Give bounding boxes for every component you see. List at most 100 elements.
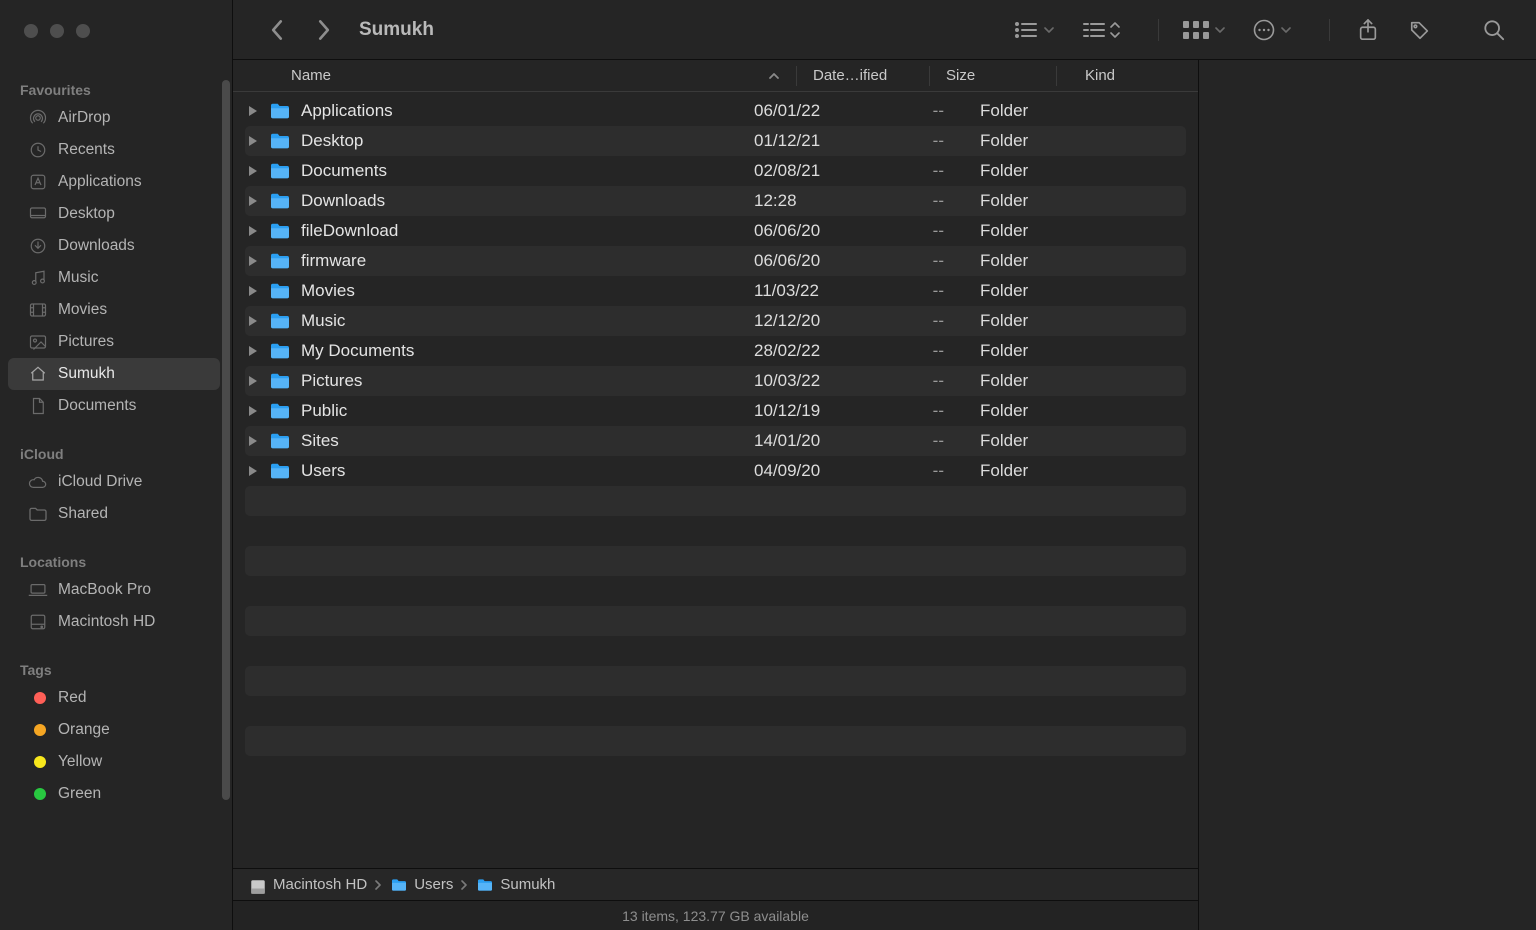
sidebar-section-header[interactable]: Tags bbox=[0, 654, 228, 682]
folder-icon bbox=[269, 432, 291, 450]
column-header-size[interactable]: Size bbox=[946, 67, 1056, 84]
column-header-date[interactable]: Date…ified bbox=[813, 67, 929, 84]
forward-button[interactable] bbox=[307, 16, 339, 44]
zoom-window-button[interactable] bbox=[76, 24, 90, 38]
sidebar-item-documents[interactable]: Documents bbox=[8, 390, 220, 422]
path-crumb[interactable]: Sumukh bbox=[476, 876, 555, 893]
search-icon bbox=[1483, 19, 1505, 41]
sidebar-section-header[interactable]: Locations bbox=[0, 546, 228, 574]
search-button[interactable] bbox=[1480, 16, 1508, 44]
sidebar-item-downloads[interactable]: Downloads bbox=[8, 230, 220, 262]
file-kind: Folder bbox=[980, 131, 1186, 151]
sidebar-item-label: AirDrop bbox=[58, 109, 111, 127]
sidebar-item-label: Shared bbox=[58, 505, 108, 523]
toolbar-separator bbox=[1329, 19, 1330, 41]
sidebar-section-header[interactable]: iCloud bbox=[0, 438, 228, 466]
home-icon bbox=[28, 364, 48, 384]
file-date: 02/08/21 bbox=[754, 161, 870, 181]
disclosure-triangle-icon[interactable] bbox=[249, 256, 267, 266]
file-row[interactable]: Downloads12:28--Folder bbox=[245, 186, 1186, 216]
disclosure-triangle-icon[interactable] bbox=[249, 166, 267, 176]
file-row[interactable]: Movies11/03/22--Folder bbox=[245, 276, 1186, 306]
close-window-button[interactable] bbox=[24, 24, 38, 38]
disclosure-triangle-icon[interactable] bbox=[249, 376, 267, 386]
disclosure-triangle-icon[interactable] bbox=[249, 346, 267, 356]
sidebar-item-airdrop[interactable]: AirDrop bbox=[8, 102, 220, 134]
path-crumb[interactable]: Macintosh HD bbox=[249, 876, 367, 893]
sidebar-item-label: Yellow bbox=[58, 753, 102, 771]
columns-header: Name Date…ified Size Kin bbox=[233, 60, 1198, 92]
disclosure-triangle-icon[interactable] bbox=[249, 286, 267, 296]
sidebar-item-orange[interactable]: Orange bbox=[8, 714, 220, 746]
toolbar-separator bbox=[1158, 19, 1159, 41]
action-menu-button[interactable] bbox=[1253, 19, 1291, 41]
file-row[interactable]: My Documents28/02/22--Folder bbox=[245, 336, 1186, 366]
back-button[interactable] bbox=[261, 16, 293, 44]
disclosure-triangle-icon[interactable] bbox=[249, 226, 267, 236]
share-button[interactable] bbox=[1354, 16, 1382, 44]
file-name: Pictures bbox=[301, 371, 362, 391]
disclosure-triangle-icon[interactable] bbox=[249, 196, 267, 206]
path-crumb-label: Macintosh HD bbox=[273, 876, 367, 893]
sidebar-scrollbar[interactable] bbox=[222, 80, 230, 800]
sidebar-section-header[interactable]: Favourites bbox=[0, 74, 228, 102]
downloads-icon bbox=[28, 236, 48, 256]
disclosure-triangle-icon[interactable] bbox=[249, 466, 267, 476]
file-row[interactable]: Pictures10/03/22--Folder bbox=[245, 366, 1186, 396]
tags-button[interactable] bbox=[1406, 16, 1434, 44]
disclosure-triangle-icon[interactable] bbox=[249, 136, 267, 146]
file-kind: Folder bbox=[980, 101, 1186, 121]
applications-icon bbox=[28, 172, 48, 192]
file-row[interactable]: firmware06/06/20--Folder bbox=[245, 246, 1186, 276]
sidebar-item-desktop[interactable]: Desktop bbox=[8, 198, 220, 230]
sidebar-item-sumukh[interactable]: Sumukh bbox=[8, 358, 220, 390]
empty-row bbox=[245, 756, 1186, 786]
column-header-name[interactable]: Name bbox=[291, 67, 796, 84]
file-kind: Folder bbox=[980, 341, 1186, 361]
view-list-button[interactable] bbox=[1014, 21, 1054, 39]
file-row[interactable]: Applications06/01/22--Folder bbox=[245, 96, 1186, 126]
file-row[interactable]: fileDownload06/06/20--Folder bbox=[245, 216, 1186, 246]
column-separator bbox=[929, 66, 930, 86]
disclosure-triangle-icon[interactable] bbox=[249, 106, 267, 116]
empty-row bbox=[245, 576, 1186, 606]
sidebar-item-applications[interactable]: Applications bbox=[8, 166, 220, 198]
pathbar: Macintosh HD Users Sumukh bbox=[233, 868, 1198, 900]
file-row[interactable]: Sites14/01/20--Folder bbox=[245, 426, 1186, 456]
file-size: -- bbox=[870, 131, 980, 151]
file-name: Desktop bbox=[301, 131, 363, 151]
file-date: 14/01/20 bbox=[754, 431, 870, 451]
disclosure-triangle-icon[interactable] bbox=[249, 316, 267, 326]
sidebar-item-red[interactable]: Red bbox=[8, 682, 220, 714]
path-crumb[interactable]: Users bbox=[390, 876, 453, 893]
sidebar-item-pictures[interactable]: Pictures bbox=[8, 326, 220, 358]
file-row[interactable]: Desktop01/12/21--Folder bbox=[245, 126, 1186, 156]
file-row[interactable]: Music12/12/20--Folder bbox=[245, 306, 1186, 336]
sidebar-item-macbook-pro[interactable]: MacBook Pro bbox=[8, 574, 220, 606]
window-controls bbox=[24, 24, 90, 38]
sidebar-item-yellow[interactable]: Yellow bbox=[8, 746, 220, 778]
sidebar-item-macintosh-hd[interactable]: Macintosh HD bbox=[8, 606, 220, 638]
disclosure-triangle-icon[interactable] bbox=[249, 406, 267, 416]
sidebar-item-label: Documents bbox=[58, 397, 136, 415]
sidebar-item-shared[interactable]: Shared bbox=[8, 498, 220, 530]
sidebar-item-icloud-drive[interactable]: iCloud Drive bbox=[8, 466, 220, 498]
file-size: -- bbox=[870, 101, 980, 121]
sidebar-item-music[interactable]: Music bbox=[8, 262, 220, 294]
file-kind: Folder bbox=[980, 371, 1186, 391]
file-name: Documents bbox=[301, 161, 387, 181]
file-row[interactable]: Public10/12/19--Folder bbox=[245, 396, 1186, 426]
disk-icon bbox=[249, 878, 267, 892]
file-row[interactable]: Users04/09/20--Folder bbox=[245, 456, 1186, 486]
group-by-button[interactable] bbox=[1082, 21, 1120, 39]
column-separator bbox=[1056, 66, 1057, 86]
column-header-kind[interactable]: Kind bbox=[1073, 67, 1198, 84]
sidebar-item-recents[interactable]: Recents bbox=[8, 134, 220, 166]
view-options-button[interactable] bbox=[1183, 21, 1225, 39]
sidebar-item-movies[interactable]: Movies bbox=[8, 294, 220, 326]
minimize-window-button[interactable] bbox=[50, 24, 64, 38]
disclosure-triangle-icon[interactable] bbox=[249, 436, 267, 446]
sidebar-item-green[interactable]: Green bbox=[8, 778, 220, 810]
file-list[interactable]: Applications06/01/22--FolderDesktop01/12… bbox=[233, 92, 1198, 868]
file-row[interactable]: Documents02/08/21--Folder bbox=[245, 156, 1186, 186]
